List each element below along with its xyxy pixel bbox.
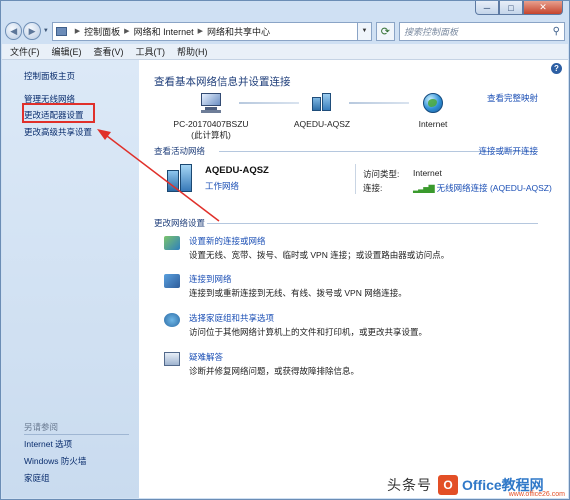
wireless-connection-link[interactable]: ▂▃▅▇ 无线网络连接 (AQEDU-AQSZ) xyxy=(413,182,552,194)
access-type-label: 访问类型: xyxy=(363,169,400,179)
chevron-right-icon[interactable]: ▶ xyxy=(124,27,129,35)
watermark: 头条号 O Office教程网 www.office26.com xyxy=(387,469,570,500)
active-networks-heading: 查看活动网络 xyxy=(154,146,206,156)
watermark-site: www.office26.com xyxy=(508,491,565,498)
back-arrow-icon: ◀ xyxy=(10,25,18,36)
change-settings-heading: 更改网络设置 xyxy=(154,218,206,228)
breadcrumb-network-internet[interactable]: 网络和 Internet xyxy=(134,25,194,38)
network-setup-icon xyxy=(164,236,180,250)
map-computer-name: PC-20170407BSZU xyxy=(173,119,249,129)
menu-bar: 文件(F) 编辑(E) 查看(V) 工具(T) 帮助(H) xyxy=(2,44,568,60)
access-type-value: Internet xyxy=(413,168,442,178)
close-button[interactable]: ✕ xyxy=(523,1,563,15)
task-pane: 控制面板主页 管理无线网络 更改适配器设置 更改高级共享设置 另请参阅 Inte… xyxy=(2,60,139,498)
minimize-button[interactable]: ─ xyxy=(475,1,499,15)
vertical-divider xyxy=(355,164,356,194)
address-bar[interactable]: ▶ 控制面板 ▶ 网络和 Internet ▶ 网络和共享中心 xyxy=(51,21,359,41)
recent-pages-dropdown[interactable]: ▼ xyxy=(43,28,49,34)
menu-tools[interactable]: 工具(T) xyxy=(136,45,166,58)
connect-network-desc: 连接到或重新连接到无线、有线、拨号或 VPN 网络连接。 xyxy=(189,288,407,298)
window-caption-buttons: ─ □ ✕ xyxy=(475,1,563,15)
network-type-link[interactable]: 工作网络 xyxy=(205,180,239,192)
breadcrumb-control-panel[interactable]: 控制面板 xyxy=(84,25,120,38)
control-panel-icon xyxy=(55,26,67,36)
search-placeholder: 搜索控制面板 xyxy=(404,26,459,37)
map-network-name: AQEDU-AQSZ xyxy=(293,119,351,129)
sidebar-item-control-panel-home[interactable]: 控制面板主页 xyxy=(24,70,75,82)
map-internet-name: Internet xyxy=(418,119,448,129)
troubleshoot-icon xyxy=(164,352,180,366)
wireless-connection-label: 无线网络连接 (AQEDU-AQSZ) xyxy=(436,183,552,193)
map-network[interactable]: AQEDU-AQSZ xyxy=(287,93,357,129)
see-also-heading: 另请参阅 xyxy=(24,422,59,432)
section-divider xyxy=(207,223,538,224)
view-full-map-link[interactable]: 查看完整映射 xyxy=(487,92,538,104)
chevron-right-icon[interactable]: ▶ xyxy=(75,27,80,35)
connect-disconnect-link[interactable]: 连接或断开连接 xyxy=(478,145,538,157)
see-also-internet-options[interactable]: Internet 选项 xyxy=(24,438,72,450)
refresh-icon: ⟳ xyxy=(380,25,390,38)
network-connect-icon xyxy=(164,274,180,288)
annotation-highlight-box xyxy=(22,103,95,123)
homegroup-desc: 访问位于其他网络计算机上的文件和打印机，或更改共享设置。 xyxy=(189,327,428,337)
sidebar-item-advanced-sharing[interactable]: 更改高级共享设置 xyxy=(24,126,92,138)
troubleshoot-desc: 诊断并修复网络问题，或获得故障排除信息。 xyxy=(189,366,360,376)
work-network-icon[interactable] xyxy=(167,164,193,194)
menu-file[interactable]: 文件(F) xyxy=(10,45,40,58)
homegroup-link[interactable]: 选择家庭组和共享选项 xyxy=(189,312,274,324)
setup-connection-link[interactable]: 设置新的连接或网络 xyxy=(189,235,266,247)
homegroup-icon xyxy=(164,313,180,327)
map-computer-sub: (此计算机) xyxy=(191,130,231,140)
search-icon[interactable]: ⚲ xyxy=(553,26,560,37)
refresh-button[interactable]: ⟳ xyxy=(375,21,395,41)
map-this-computer[interactable]: PC-20170407BSZU (此计算机) xyxy=(171,93,251,141)
menu-edit[interactable]: 编辑(E) xyxy=(52,45,82,58)
chevron-right-icon[interactable]: ▶ xyxy=(198,27,203,35)
globe-icon xyxy=(423,93,443,113)
back-button[interactable]: ◀ xyxy=(5,22,23,40)
see-also-windows-firewall[interactable]: Windows 防火墙 xyxy=(24,455,86,467)
see-also-homegroup[interactable]: 家庭组 xyxy=(24,472,50,484)
forward-arrow-icon: ▶ xyxy=(28,25,36,36)
troubleshoot-link[interactable]: 疑难解答 xyxy=(189,351,223,363)
connections-label: 连接: xyxy=(363,183,383,193)
forward-button[interactable]: ▶ xyxy=(23,22,41,40)
address-dropdown-button[interactable]: ▼ xyxy=(358,21,372,41)
connect-network-link[interactable]: 连接到网络 xyxy=(189,273,232,285)
map-internet[interactable]: Internet xyxy=(401,93,465,129)
see-also-divider xyxy=(24,434,129,435)
active-network-name: AQEDU-AQSZ xyxy=(205,165,269,176)
computer-icon xyxy=(199,93,223,113)
setup-connection-desc: 设置无线、宽带、拨号、临时或 VPN 连接；或设置路由器或访问点。 xyxy=(189,250,450,260)
network-icon xyxy=(312,93,332,113)
watermark-text: 头条号 xyxy=(387,478,432,494)
help-icon[interactable]: ? xyxy=(551,63,562,74)
menu-help[interactable]: 帮助(H) xyxy=(177,45,208,58)
page-title: 查看基本网络信息并设置连接 xyxy=(154,76,291,88)
wifi-signal-icon: ▂▃▅▇ xyxy=(413,184,435,193)
active-network-card: AQEDU-AQSZ 工作网络 访问类型: Internet 连接: ▂▃▅▇ 无… xyxy=(167,164,552,200)
menu-view[interactable]: 查看(V) xyxy=(94,45,124,58)
search-input[interactable]: 搜索控制面板 ⚲ xyxy=(399,21,565,41)
maximize-button[interactable]: □ xyxy=(499,1,523,15)
breadcrumb-network-sharing-center[interactable]: 网络和共享中心 xyxy=(207,25,270,38)
main-content: ? 查看基本网络信息并设置连接 查看完整映射 PC-20170407BSZU (… xyxy=(139,60,568,498)
map-connector xyxy=(349,102,409,104)
office-logo-icon: O xyxy=(438,475,458,495)
network-sharing-center-window: ─ □ ✕ ◀ ▶ ▼ ▶ 控制面板 ▶ 网络和 Internet ▶ 网络和共… xyxy=(0,0,570,500)
navigation-bar: ◀ ▶ ▼ ▶ 控制面板 ▶ 网络和 Internet ▶ 网络和共享中心 ▼ … xyxy=(5,20,565,42)
